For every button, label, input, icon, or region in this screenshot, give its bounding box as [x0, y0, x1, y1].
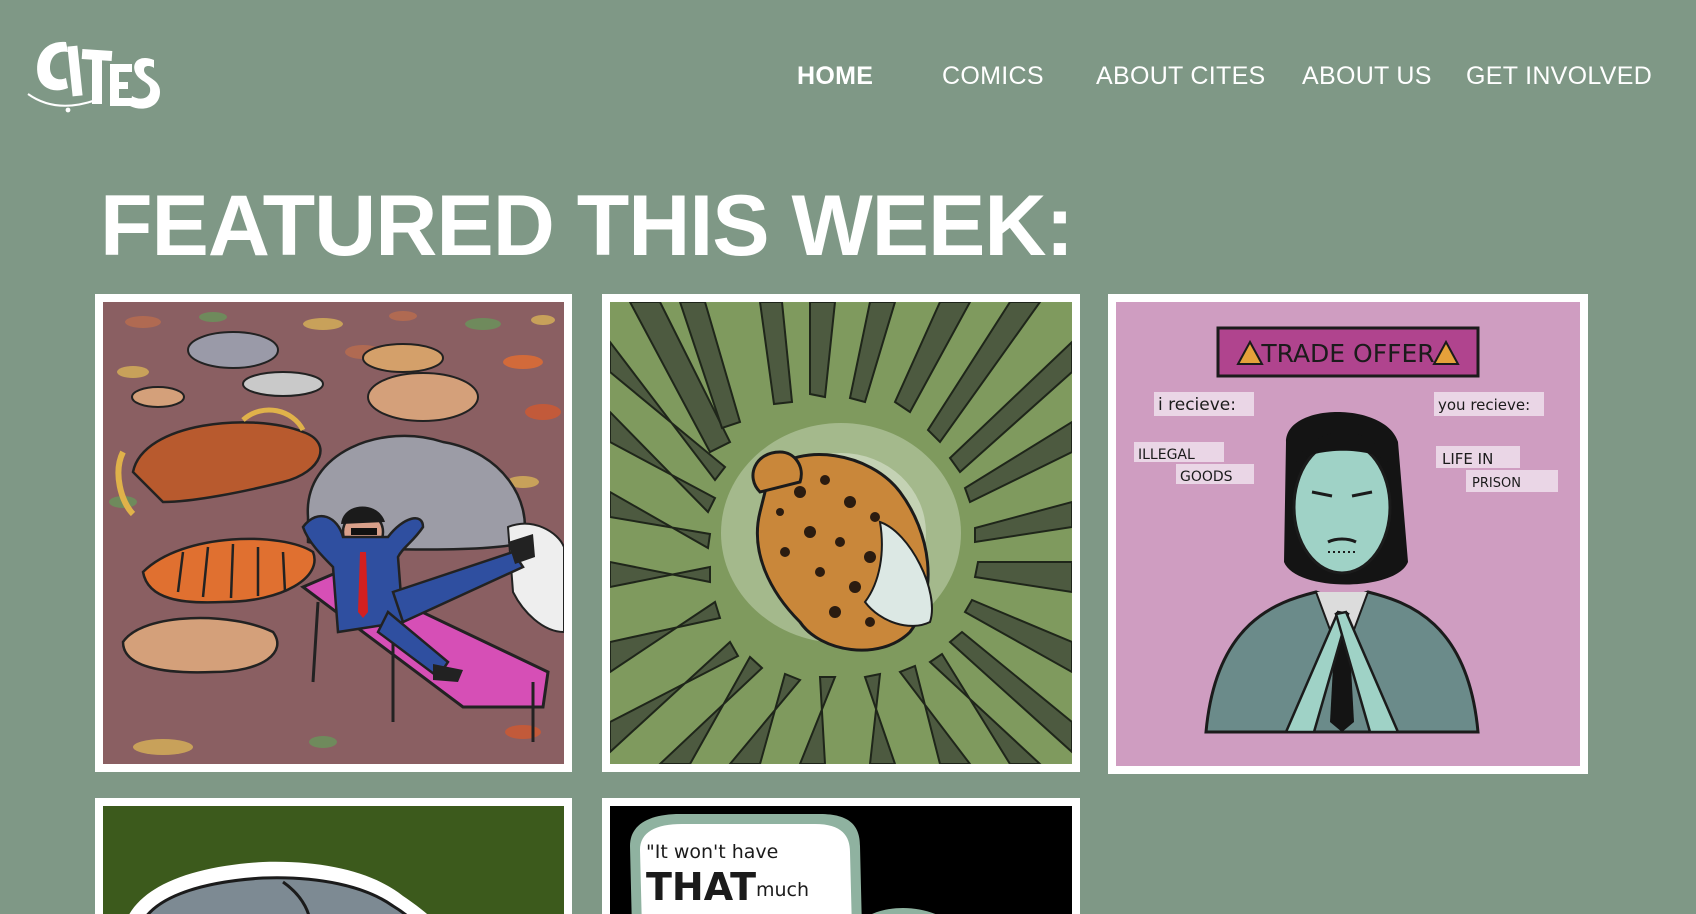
comic-card-1[interactable] — [95, 294, 572, 772]
comic-image-5: "It won't have THAT much — [610, 806, 1072, 914]
you-recieve-label: you recieve: — [1438, 396, 1530, 414]
illegal-label: ILLEGAL — [1138, 447, 1195, 463]
comic-card-5[interactable]: "It won't have THAT much — [602, 798, 1080, 914]
nav-about-cites[interactable]: ABOUT CITES — [1096, 60, 1266, 92]
quote-line-1: "It won't have — [646, 841, 778, 863]
leopard-weapons-illustration-icon — [610, 302, 1072, 764]
trade-offer-banner: TRADE OFFER — [1260, 339, 1434, 368]
life-in-label: LIFE IN — [1442, 450, 1493, 468]
comic-image-4 — [103, 806, 564, 914]
comic-image-1 — [103, 302, 564, 764]
comic-card-4[interactable] — [95, 798, 572, 914]
comic-card-2[interactable] — [602, 294, 1080, 772]
nav-home[interactable]: HOME — [797, 60, 873, 92]
quote-small-word: much — [756, 879, 809, 901]
nav-get-involved[interactable]: GET INVOLVED — [1466, 60, 1652, 92]
speech-bubble-illustration-icon: "It won't have THAT much — [610, 806, 1072, 914]
quote-bold-word: THAT — [646, 865, 756, 909]
comic-image-3: TRADE OFFER i recieve: you recieve: ILLE… — [1116, 302, 1580, 766]
page: HOME COMICS ABOUT CITES ABOUT US GET INV… — [0, 0, 1696, 914]
nav-about-us[interactable]: ABOUT US — [1302, 60, 1432, 92]
nav-comics[interactable]: COMICS — [942, 60, 1044, 92]
i-recieve-label: i recieve: — [1158, 395, 1236, 415]
main-nav: HOME COMICS ABOUT CITES ABOUT US GET INV… — [0, 60, 1696, 92]
trade-offer-illustration-icon: TRADE OFFER i recieve: you recieve: ILLE… — [1116, 302, 1580, 766]
page-title: FEATURED THIS WEEK: — [100, 178, 1074, 274]
elephant-green-illustration-icon — [103, 806, 564, 914]
goods-label: GOODS — [1180, 469, 1233, 485]
businessman-animals-illustration-icon — [103, 302, 564, 764]
comic-card-3[interactable]: TRADE OFFER i recieve: you recieve: ILLE… — [1108, 294, 1588, 774]
prison-label: PRISON — [1472, 476, 1521, 491]
comic-image-2 — [610, 302, 1072, 764]
